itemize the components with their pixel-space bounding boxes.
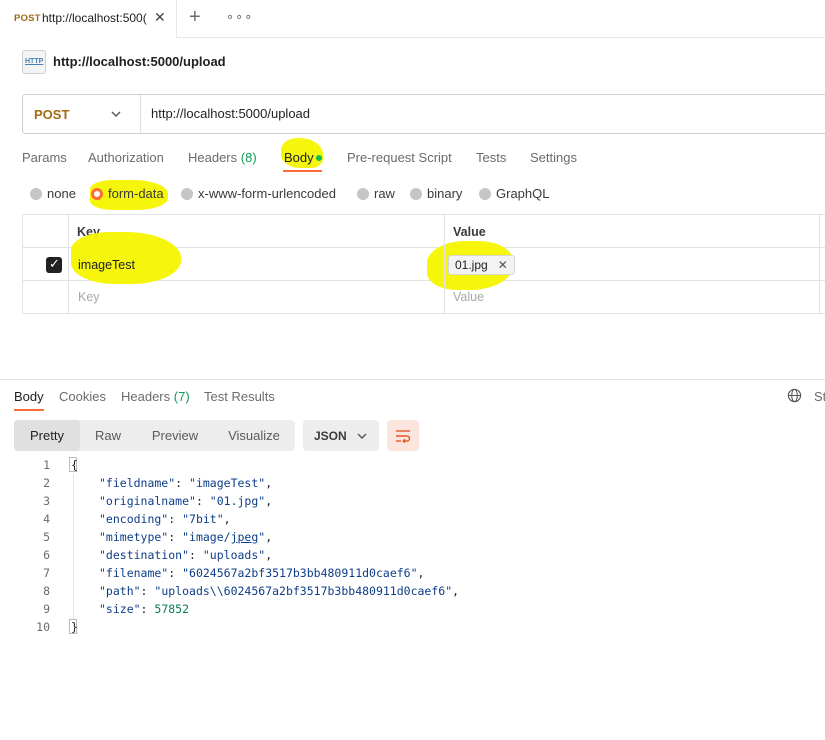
globe-icon[interactable] bbox=[787, 388, 802, 403]
radio-label: raw bbox=[374, 186, 395, 201]
tab-headers-count: (8) bbox=[240, 150, 257, 165]
row-key[interactable]: imageTest bbox=[78, 258, 135, 272]
radio-label: none bbox=[47, 186, 76, 201]
line-number: 6 bbox=[43, 548, 50, 562]
radio-label: x-www-form-urlencoded bbox=[198, 186, 336, 201]
wrap-lines-icon bbox=[396, 430, 411, 443]
tab-settings[interactable]: Settings bbox=[530, 150, 577, 165]
code-line: "originalname": "01.jpg", bbox=[99, 494, 273, 508]
tab-method: POST bbox=[14, 13, 41, 24]
tab-params[interactable]: Params bbox=[22, 150, 67, 165]
tab-headers[interactable]: Headers (8) bbox=[188, 150, 257, 165]
response-tab-underline bbox=[14, 409, 44, 411]
response-tab-headers-count: (7) bbox=[173, 389, 190, 404]
check-icon: ✓ bbox=[49, 256, 60, 271]
response-tab-test-results[interactable]: Test Results bbox=[204, 389, 275, 404]
url-input[interactable] bbox=[151, 106, 801, 121]
view-raw[interactable]: Raw bbox=[80, 420, 136, 451]
column-header-value: Value bbox=[453, 225, 486, 239]
plus-icon[interactable]: + bbox=[189, 6, 201, 29]
radio-dot bbox=[357, 188, 369, 200]
status-label: St bbox=[814, 389, 825, 404]
body-indicator-dot bbox=[316, 155, 322, 161]
line-number: 7 bbox=[43, 566, 50, 580]
code-line: } bbox=[71, 620, 78, 634]
radio-dot bbox=[181, 188, 193, 200]
table-row: ✓ imageTest 01.jpg ✕ bbox=[23, 232, 825, 290]
file-chip-name: 01.jpg bbox=[455, 258, 488, 272]
chevron-down-icon bbox=[111, 111, 121, 117]
column-divider bbox=[68, 215, 69, 313]
response-tab-cookies[interactable]: Cookies bbox=[59, 389, 106, 404]
mimetype-link[interactable]: jpeg bbox=[231, 530, 259, 544]
radio-dot bbox=[410, 188, 422, 200]
code-line: "destination": "uploads", bbox=[99, 548, 273, 562]
code-line: "mimetype": "image/jpeg", bbox=[99, 530, 273, 544]
view-mode-segment: Pretty Raw Preview Visualize bbox=[14, 420, 295, 451]
line-number: 9 bbox=[43, 602, 50, 616]
format-value: JSON bbox=[314, 429, 347, 443]
wrap-lines-button[interactable] bbox=[387, 420, 419, 451]
line-number: 1 bbox=[43, 458, 50, 472]
code-line: "path": "uploads\\6024567a2bf3517b3bb480… bbox=[99, 584, 460, 598]
radio-dot bbox=[30, 188, 42, 200]
http-icon: HTTP bbox=[22, 50, 46, 74]
response-tab-headers-label: Headers bbox=[121, 389, 171, 404]
format-select[interactable]: JSON bbox=[303, 420, 379, 451]
response-tab-body[interactable]: Body bbox=[14, 389, 44, 404]
radio-label: GraphQL bbox=[496, 186, 550, 201]
line-number: 3 bbox=[43, 494, 50, 508]
http-icon-text: HTTP bbox=[25, 58, 44, 65]
radio-dot bbox=[479, 188, 491, 200]
tab-strip: POST http://localhost:500( ✕ + ∘∘∘ bbox=[0, 0, 825, 38]
method-select[interactable]: POST bbox=[23, 95, 141, 133]
close-icon[interactable]: ✕ bbox=[154, 9, 166, 26]
response-tab-headers[interactable]: Headers (7) bbox=[121, 389, 190, 404]
method-value: POST bbox=[34, 107, 70, 122]
value-placeholder[interactable]: Value bbox=[453, 290, 484, 304]
code-line: "fieldname": "imageTest", bbox=[99, 476, 273, 490]
tab-tests[interactable]: Tests bbox=[476, 150, 506, 165]
view-preview[interactable]: Preview bbox=[136, 420, 214, 451]
line-number: 4 bbox=[43, 512, 50, 526]
radio-label: form-data bbox=[108, 186, 164, 201]
key-placeholder[interactable]: Key bbox=[78, 290, 100, 304]
line-number: 2 bbox=[43, 476, 50, 490]
tab-headers-label: Headers bbox=[188, 150, 238, 165]
url-bar: POST bbox=[22, 94, 825, 134]
radio-dot-selected bbox=[91, 188, 103, 200]
view-pretty[interactable]: Pretty bbox=[14, 420, 80, 451]
view-visualize[interactable]: Visualize bbox=[214, 420, 294, 451]
column-divider bbox=[444, 215, 445, 313]
line-number: 8 bbox=[43, 584, 50, 598]
row-checkbox[interactable]: ✓ bbox=[46, 256, 62, 273]
more-icon[interactable]: ∘∘∘ bbox=[226, 9, 253, 25]
line-number: 5 bbox=[43, 530, 50, 544]
code-line: { bbox=[71, 458, 78, 472]
body-tab-underline bbox=[283, 170, 322, 172]
line-number: 10 bbox=[36, 620, 50, 634]
tab-pre-request-script[interactable]: Pre-request Script bbox=[347, 150, 452, 165]
code-line: "encoding": "7bit", bbox=[99, 512, 231, 526]
request-tab[interactable]: POST http://localhost:500( ✕ bbox=[0, 0, 177, 38]
response-divider bbox=[0, 379, 825, 380]
column-divider bbox=[819, 215, 820, 313]
radio-label: binary bbox=[427, 186, 463, 201]
form-data-table: Key Value ✓ imageTest 01.jpg ✕ Key Value bbox=[22, 214, 825, 314]
code-line: "size": 57852 bbox=[99, 602, 190, 616]
tab-url: http://localhost:500( bbox=[42, 11, 147, 25]
file-chip[interactable]: 01.jpg ✕ bbox=[448, 255, 515, 275]
code-line: "filename": "6024567a2bf3517b3bb480911d0… bbox=[99, 566, 425, 580]
tab-authorization[interactable]: Authorization bbox=[88, 150, 164, 165]
indent-guide bbox=[73, 474, 74, 620]
chevron-down-icon bbox=[357, 433, 367, 439]
remove-file-icon[interactable]: ✕ bbox=[498, 258, 508, 272]
request-title[interactable]: http://localhost:5000/upload bbox=[53, 54, 226, 69]
tab-body[interactable]: Body bbox=[284, 150, 314, 165]
